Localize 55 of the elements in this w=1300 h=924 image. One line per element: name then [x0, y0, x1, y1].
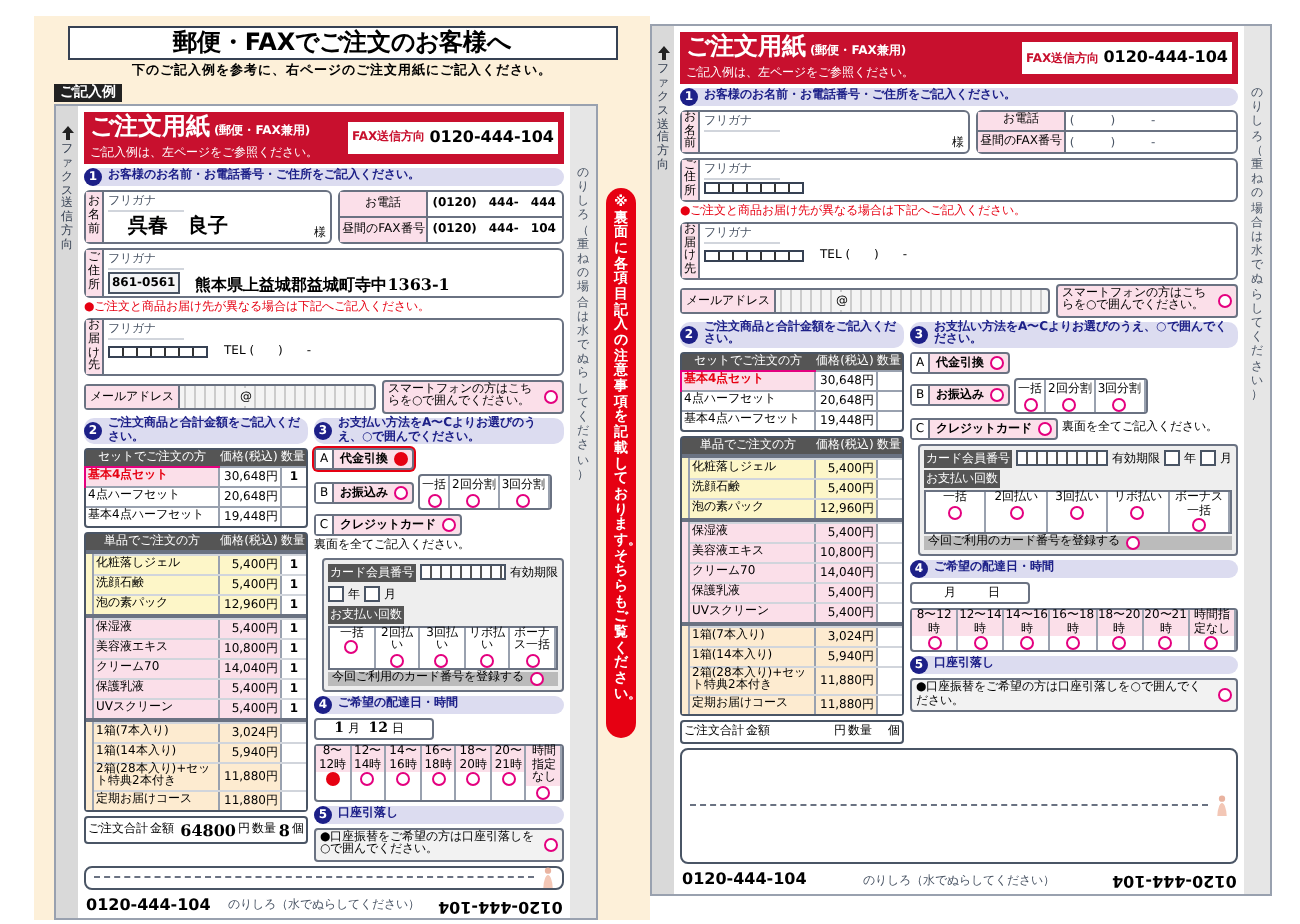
handwritten-amount: 64800 [178, 817, 236, 842]
quantity-cell [280, 743, 306, 762]
freephone-number: 0120-444-104 [86, 893, 211, 918]
fax-number: 0120-444-104 [1103, 46, 1228, 70]
fax-number: 0120-444-104 [429, 125, 554, 150]
quantity-cell [876, 523, 902, 541]
circle-mark-icon [1130, 505, 1145, 519]
quantity-cell [876, 667, 902, 694]
circle-mark-icon [948, 505, 963, 519]
circle-mark-icon [466, 494, 481, 509]
circle-mark-icon [427, 494, 441, 509]
quantity-cell [876, 603, 902, 621]
expiry-box [1200, 450, 1216, 467]
form-title: ご注文用紙 [90, 113, 210, 138]
quantity-cell [280, 763, 306, 790]
upside-down-freephone-number: 0120-444-104 [437, 895, 562, 918]
expiry-box [1164, 450, 1180, 467]
quantity-cell [876, 583, 902, 601]
card-number-boxes [1016, 450, 1108, 467]
quantity-cell [876, 627, 902, 645]
circle-mark-icon [1070, 505, 1085, 519]
quantity-cell [876, 695, 902, 714]
handwritten-name: 呉春 良子 [126, 212, 228, 242]
postal-code-boxes [108, 345, 208, 358]
postal-code-boxes [704, 249, 804, 262]
expiry-box [364, 586, 380, 603]
quantity-cell [280, 723, 306, 742]
expiry-box [328, 586, 344, 603]
postal-code-boxes [704, 181, 804, 194]
card-number-boxes [420, 564, 506, 581]
handwritten-quantity: 8 [278, 817, 290, 842]
quantity-cell [876, 563, 902, 581]
quantity-cell [280, 791, 306, 810]
page-title: 郵便・FAXでご注文のお客様へ [67, 26, 617, 60]
form-title: ご注文用紙 [686, 34, 806, 58]
circle-mark-icon [1023, 397, 1037, 412]
woman-silhouette-icon [1216, 794, 1228, 817]
quantity-cell [876, 479, 902, 497]
quantity-cell [876, 647, 902, 665]
quantity-cell [876, 459, 902, 477]
circle-mark-icon [1009, 505, 1024, 519]
freephone-number: 0120-444-104 [682, 868, 807, 892]
quantity-cell [876, 499, 902, 517]
quantity-cell [876, 543, 902, 561]
circle-mark-icon [516, 494, 531, 509]
circle-mark-icon [544, 837, 558, 852]
circle-mark-icon [1062, 397, 1077, 412]
woman-silhouette-icon [542, 866, 554, 889]
circle-mark-icon [1218, 688, 1232, 703]
arrow-up-icon [61, 125, 73, 140]
handwritten-address: 熊本県上益城郡益城町寺中1363-1 [195, 271, 450, 296]
circle-mark-icon [344, 640, 359, 655]
arrow-up-icon [657, 46, 669, 60]
upside-down-freephone-number: 0120-444-104 [1111, 870, 1236, 892]
circle-mark-icon [1112, 397, 1127, 412]
